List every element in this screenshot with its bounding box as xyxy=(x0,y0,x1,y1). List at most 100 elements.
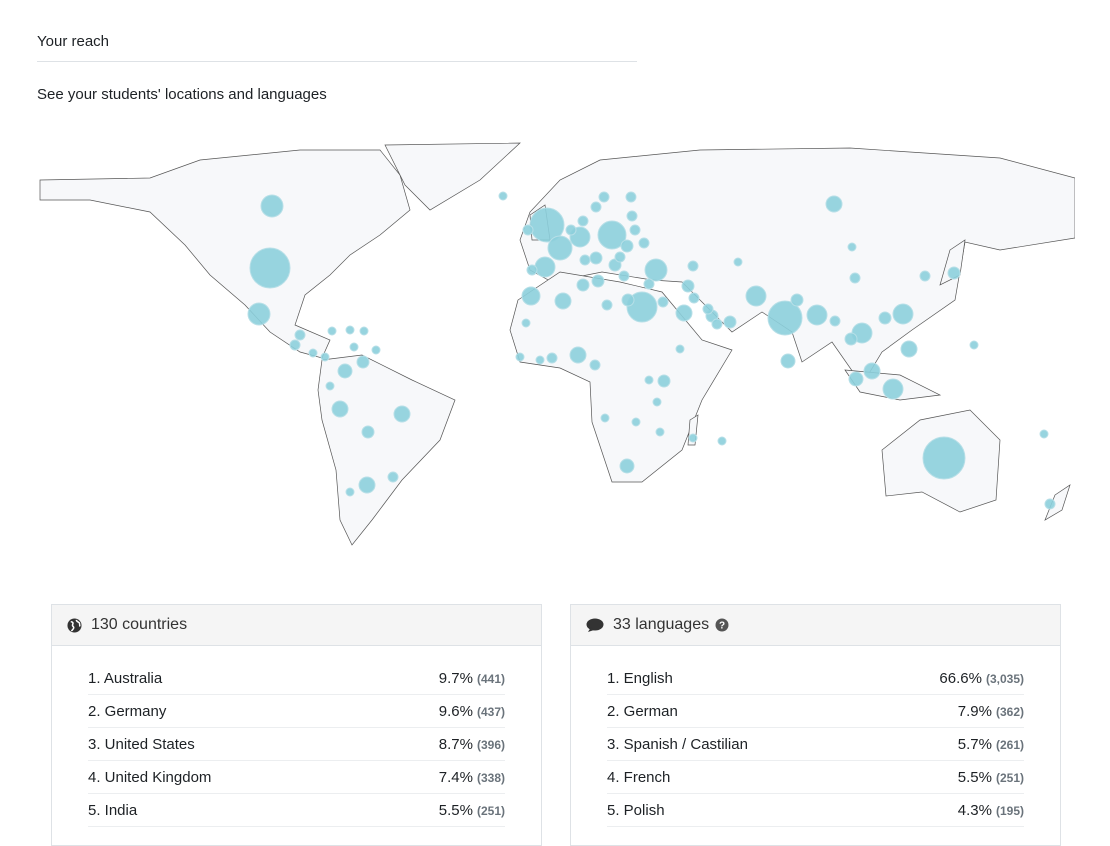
location-bubble[interactable] xyxy=(600,413,610,423)
location-bubble[interactable] xyxy=(601,299,613,311)
location-bubble[interactable] xyxy=(576,278,590,292)
location-bubble[interactable] xyxy=(590,201,602,213)
location-bubble[interactable] xyxy=(723,315,737,329)
location-bubble[interactable] xyxy=(621,293,635,307)
location-bubble[interactable] xyxy=(829,315,841,327)
location-bubble[interactable] xyxy=(848,371,864,387)
location-bubble[interactable] xyxy=(631,417,641,427)
location-bubble[interactable] xyxy=(534,256,556,278)
location-bubble[interactable] xyxy=(554,292,572,310)
location-bubble[interactable] xyxy=(345,487,355,497)
location-bubble[interactable] xyxy=(657,296,669,308)
location-bubble[interactable] xyxy=(320,352,330,362)
location-bubble[interactable] xyxy=(358,476,376,494)
location-bubble[interactable] xyxy=(919,270,931,282)
location-bubble[interactable] xyxy=(847,242,857,252)
location-bubble[interactable] xyxy=(247,302,271,326)
location-bubble[interactable] xyxy=(702,303,714,315)
location-bubble[interactable] xyxy=(780,353,796,369)
location-bubble[interactable] xyxy=(620,239,634,253)
location-bubble[interactable] xyxy=(331,400,349,418)
location-bubble[interactable] xyxy=(618,270,630,282)
location-bubble[interactable] xyxy=(260,194,284,218)
location-bubble[interactable] xyxy=(522,224,534,236)
location-bubble[interactable] xyxy=(969,340,979,350)
location-bubble[interactable] xyxy=(249,247,291,289)
location-bubble[interactable] xyxy=(688,433,698,443)
location-bubble[interactable] xyxy=(625,191,637,203)
location-bubble[interactable] xyxy=(569,346,587,364)
location-bubble[interactable] xyxy=(361,425,375,439)
location-bubble[interactable] xyxy=(922,436,966,480)
location-bubble[interactable] xyxy=(806,304,828,326)
item-value: 8.7% (396) xyxy=(439,736,505,753)
location-bubble[interactable] xyxy=(878,311,892,325)
location-bubble[interactable] xyxy=(498,191,508,201)
location-bubble[interactable] xyxy=(521,286,541,306)
location-bubble[interactable] xyxy=(359,326,369,336)
location-bubble[interactable] xyxy=(589,251,603,265)
question-circle-icon[interactable]: ? xyxy=(715,618,729,632)
location-bubble[interactable] xyxy=(643,278,655,290)
location-bubble[interactable] xyxy=(325,381,335,391)
location-bubble[interactable] xyxy=(619,458,635,474)
location-bubble[interactable] xyxy=(393,405,411,423)
location-bubble[interactable] xyxy=(900,340,918,358)
location-bubble[interactable] xyxy=(289,339,301,351)
location-bubble[interactable] xyxy=(1039,429,1049,439)
location-bubble[interactable] xyxy=(591,274,605,288)
location-bubble[interactable] xyxy=(638,237,650,249)
location-bubble[interactable] xyxy=(717,436,727,446)
location-bubble[interactable] xyxy=(308,348,318,358)
section-title: Your reach xyxy=(37,33,109,50)
location-bubble[interactable] xyxy=(733,257,743,267)
location-bubble[interactable] xyxy=(345,325,355,335)
location-bubble[interactable] xyxy=(1044,498,1056,510)
location-bubble[interactable] xyxy=(626,210,638,222)
location-bubble[interactable] xyxy=(657,374,671,388)
location-bubble[interactable] xyxy=(644,375,654,385)
location-bubble[interactable] xyxy=(644,258,668,282)
location-bubble[interactable] xyxy=(849,272,861,284)
location-bubble[interactable] xyxy=(337,363,353,379)
location-bubble[interactable] xyxy=(294,329,306,341)
location-bubble[interactable] xyxy=(947,266,961,280)
countries-panel: 130 countries 1. Australia 9.7% (441) 2. Ge… xyxy=(51,604,542,846)
location-bubble[interactable] xyxy=(521,318,531,328)
location-bubble[interactable] xyxy=(790,293,804,307)
location-bubble[interactable] xyxy=(675,304,693,322)
location-bubble[interactable] xyxy=(579,254,591,266)
location-bubble[interactable] xyxy=(688,292,700,304)
location-bubble[interactable] xyxy=(863,362,881,380)
location-bubble[interactable] xyxy=(349,342,359,352)
location-bubble[interactable] xyxy=(565,224,577,236)
location-bubble[interactable] xyxy=(681,279,695,293)
location-bubble[interactable] xyxy=(356,355,370,369)
location-bubble[interactable] xyxy=(577,215,589,227)
location-bubble[interactable] xyxy=(515,352,525,362)
languages-list-item: 1. English 66.6% (3,035) xyxy=(607,662,1024,695)
location-bubble[interactable] xyxy=(535,355,545,365)
location-bubble[interactable] xyxy=(371,345,381,355)
location-bubble[interactable] xyxy=(589,359,601,371)
location-bubble[interactable] xyxy=(844,332,858,346)
location-bubble[interactable] xyxy=(387,471,399,483)
item-label: 3. Spanish / Castilian xyxy=(607,735,748,753)
location-bubble[interactable] xyxy=(687,260,699,272)
location-bubble[interactable] xyxy=(629,224,641,236)
location-bubble[interactable] xyxy=(547,235,573,261)
location-bubble[interactable] xyxy=(892,303,914,325)
location-bubble[interactable] xyxy=(526,264,538,276)
location-bubble[interactable] xyxy=(825,195,843,213)
location-bubble[interactable] xyxy=(546,352,558,364)
location-bubble[interactable] xyxy=(652,397,662,407)
location-bubble[interactable] xyxy=(675,344,685,354)
location-bubble[interactable] xyxy=(655,427,665,437)
location-bubble[interactable] xyxy=(598,191,610,203)
location-bubble[interactable] xyxy=(882,378,904,400)
item-value: 5.7% (261) xyxy=(958,736,1024,753)
location-bubble[interactable] xyxy=(327,326,337,336)
location-bubble[interactable] xyxy=(614,251,626,263)
location-bubble[interactable] xyxy=(711,318,723,330)
location-bubble[interactable] xyxy=(745,285,767,307)
